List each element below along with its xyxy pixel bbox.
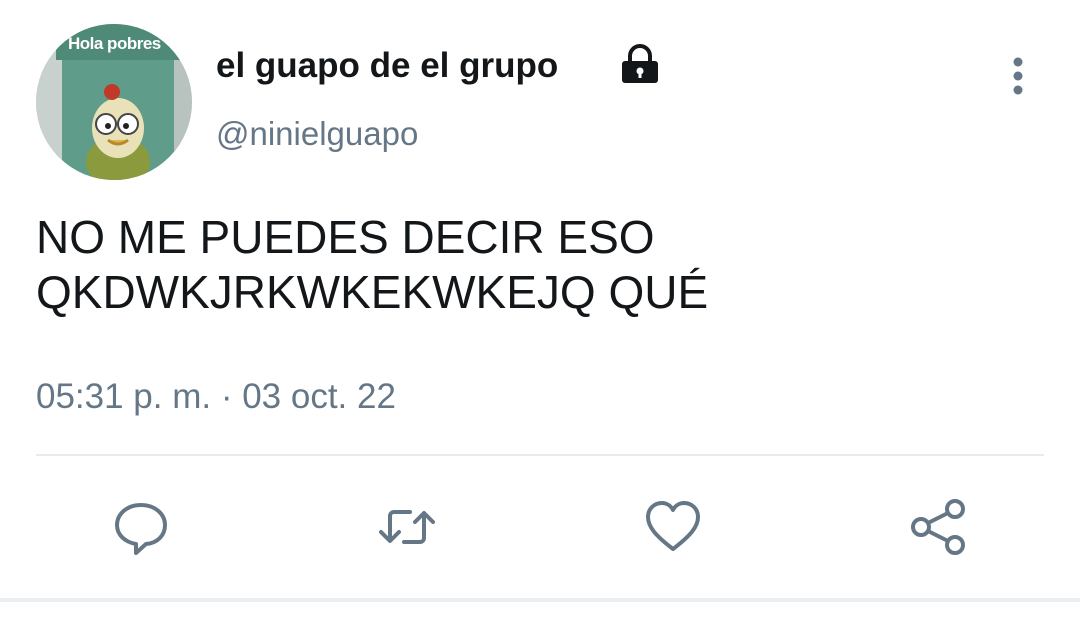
display-name[interactable]: el guapo de el grupo [216, 44, 558, 88]
heart-icon [646, 501, 700, 551]
speech-bubble-icon [115, 503, 167, 555]
lock-icon [622, 44, 658, 83]
share-button[interactable] [908, 496, 970, 558]
vertical-ellipsis-icon[interactable] [1004, 56, 1032, 96]
avatar-caption: Hola pobres [68, 34, 161, 53]
retweet-button[interactable] [376, 496, 438, 558]
tweet-text-line: NO ME PUEDES DECIR ESO [36, 211, 655, 263]
share-nodes-icon [911, 499, 965, 555]
reply-button[interactable] [110, 496, 172, 558]
avatar[interactable]: Hola pobres [36, 24, 192, 180]
user-handle[interactable]: @ninielguapo [216, 112, 418, 156]
like-button[interactable] [642, 496, 704, 558]
bottom-divider [0, 598, 1080, 602]
tweet-timestamp[interactable]: 05:31 p. m. · 03 oct. 22 [36, 374, 396, 420]
tweet-text: NO ME PUEDES DECIR ESO QKDWKJRKWKEKWKEJQ… [36, 210, 1036, 320]
divider [36, 454, 1044, 456]
retweet-arrows-icon [379, 510, 435, 544]
tweet-text-line: QKDWKJRKWKEKWKEJQ QUÉ [36, 266, 709, 318]
